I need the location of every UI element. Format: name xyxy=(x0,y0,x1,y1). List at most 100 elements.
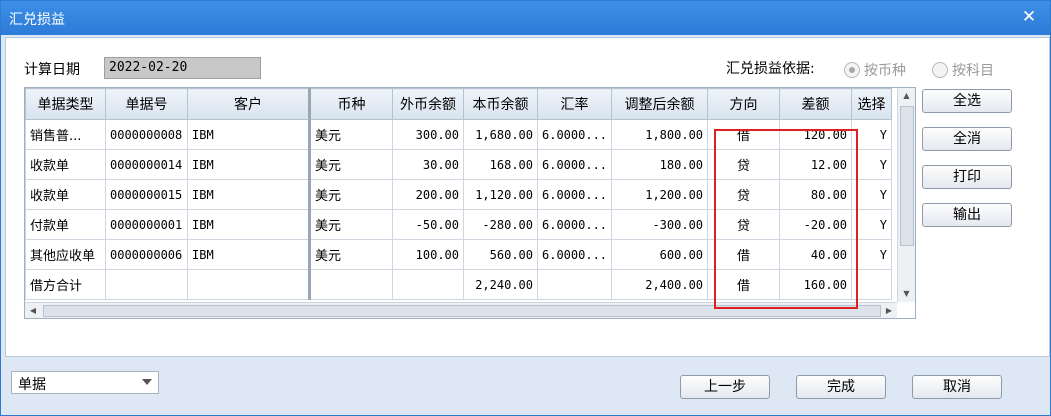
table-cell: 80.00 xyxy=(779,179,853,210)
table-cell: 300.00 xyxy=(392,119,464,150)
table-cell: Y xyxy=(851,119,893,150)
table-cell: 其他应收单 xyxy=(25,239,106,270)
table-cell: 100.00 xyxy=(392,239,464,270)
table-row[interactable]: 收款单 0000000015 IBM 美元 200.00 1,120.00 6.0000..… xyxy=(25,179,893,210)
table-cell: 0000000014 xyxy=(105,149,188,180)
table-cell: IBM xyxy=(187,149,311,180)
table-cell xyxy=(536,269,613,300)
chevron-down-icon xyxy=(142,379,152,385)
scroll-thumb[interactable] xyxy=(900,106,914,246)
radio-by-currency-label: 按币种 xyxy=(864,63,906,79)
finish-button[interactable]: 完成 xyxy=(796,375,886,399)
table-cell: 40.00 xyxy=(779,239,853,270)
table-cell: Y xyxy=(851,149,893,180)
table-row[interactable]: 销售普... 0000000008 IBM 美元 300.00 1,680.00 6.000… xyxy=(25,119,893,150)
table-cell: 贷 xyxy=(707,209,781,240)
total-row[interactable]: 借方合计 2,240.00 2,400.00 借 160.00 xyxy=(25,269,893,300)
print-button[interactable]: 打印 xyxy=(922,165,1012,189)
table-cell: 美元 xyxy=(309,119,393,150)
table-cell xyxy=(187,269,311,300)
clear-all-button[interactable]: 全消 xyxy=(922,127,1012,151)
table-cell: 收款单 xyxy=(25,149,106,180)
view-select-value: 单据 xyxy=(18,377,46,393)
table-cell: 30.00 xyxy=(392,149,464,180)
vertical-scrollbar[interactable]: ▲ ▼ xyxy=(897,88,915,302)
col-header[interactable]: 方向 xyxy=(707,88,781,120)
table-cell: 1,800.00 xyxy=(611,119,709,150)
table-cell: 168.00 xyxy=(463,149,538,180)
table-cell: 1,200.00 xyxy=(611,179,709,210)
col-header[interactable]: 汇率 xyxy=(536,88,613,120)
window-title: 汇兑损益 xyxy=(9,12,65,28)
horizontal-scrollbar[interactable]: ◀ ▶ xyxy=(25,302,897,318)
calc-date-field[interactable]: 2022-02-20 xyxy=(104,57,261,79)
radio-by-subject-label: 按科目 xyxy=(952,63,994,79)
table-header-row: 单据类型 单据号 客户 币种 外币余额 本币余额 汇率 调整后余额 方向 差额 … xyxy=(25,88,893,120)
col-header[interactable]: 差额 xyxy=(779,88,853,120)
col-header[interactable]: 调整后余额 xyxy=(611,88,709,120)
table-cell: 180.00 xyxy=(611,149,709,180)
table-cell xyxy=(309,269,393,300)
table-cell: 美元 xyxy=(309,149,393,180)
table-cell: 0000000006 xyxy=(105,239,188,270)
radio-by-currency[interactable]: 按币种 xyxy=(844,60,906,80)
table-cell: Y xyxy=(851,209,893,240)
table-cell: 6.0000... xyxy=(536,209,613,240)
table-cell: 美元 xyxy=(309,239,393,270)
table-cell: 0000000015 xyxy=(105,179,188,210)
table-cell: 6.0000... xyxy=(536,149,613,180)
table-cell: 借 xyxy=(707,239,781,270)
col-header[interactable]: 本币余额 xyxy=(463,88,538,120)
scroll-down-icon[interactable]: ▼ xyxy=(898,286,915,302)
table-row[interactable]: 付款单 0000000001 IBM 美元 -50.00 -280.00 6.0000...… xyxy=(25,209,893,240)
table-cell: 贷 xyxy=(707,149,781,180)
col-header[interactable]: 选择 xyxy=(851,88,893,120)
content-panel: 计算日期 2022-02-20 汇兑损益依据: 按币种 按科目 单据类型 单据号… xyxy=(5,37,1050,357)
table-cell: 120.00 xyxy=(779,119,853,150)
table-cell: 借 xyxy=(707,269,781,300)
table-cell: 1,120.00 xyxy=(463,179,538,210)
col-header[interactable]: 外币余额 xyxy=(392,88,464,120)
table-cell xyxy=(851,269,893,300)
table-cell: 6.0000... xyxy=(536,179,613,210)
dialog-window: 汇兑损益 ✕ 计算日期 2022-02-20 汇兑损益依据: 按币种 按科目 单… xyxy=(0,0,1051,416)
view-select[interactable]: 单据 xyxy=(11,371,159,394)
table-cell: -280.00 xyxy=(463,209,538,240)
cancel-button[interactable]: 取消 xyxy=(912,375,1002,399)
table-cell: 贷 xyxy=(707,179,781,210)
col-header[interactable]: 客户 xyxy=(187,88,311,120)
scroll-up-icon[interactable]: ▲ xyxy=(898,88,915,104)
table-row[interactable]: 收款单 0000000014 IBM 美元 30.00 168.00 6.0000... 18… xyxy=(25,149,893,180)
table-cell: 借方合计 xyxy=(25,269,106,300)
scroll-left-icon[interactable]: ◀ xyxy=(25,303,41,318)
table-cell xyxy=(392,269,464,300)
radio-by-subject[interactable]: 按科目 xyxy=(932,60,994,80)
table-row[interactable]: 其他应收单 0000000006 IBM 美元 100.00 560.00 6.0000..… xyxy=(25,239,893,270)
table-cell: 0000000001 xyxy=(105,209,188,240)
table-cell: 12.00 xyxy=(779,149,853,180)
table-cell: 美元 xyxy=(309,209,393,240)
scroll-right-icon[interactable]: ▶ xyxy=(881,303,897,318)
table-cell: 160.00 xyxy=(779,269,853,300)
select-all-button[interactable]: 全选 xyxy=(922,89,1012,113)
col-header[interactable]: 单据类型 xyxy=(25,88,106,120)
export-button[interactable]: 输出 xyxy=(922,203,1012,227)
table-cell: 200.00 xyxy=(392,179,464,210)
table-cell: 0000000008 xyxy=(105,119,188,150)
table-cell: IBM xyxy=(187,119,311,150)
table-cell: Y xyxy=(851,239,893,270)
radio-dot-icon xyxy=(932,62,948,78)
col-header[interactable]: 币种 xyxy=(309,88,393,120)
table-cell: 收款单 xyxy=(25,179,106,210)
scroll-thumb[interactable] xyxy=(43,305,881,317)
table-cell: IBM xyxy=(187,209,311,240)
title-bar: 汇兑损益 ✕ xyxy=(1,1,1050,35)
table-cell: -50.00 xyxy=(392,209,464,240)
col-header[interactable]: 单据号 xyxy=(105,88,188,120)
table-cell: 借 xyxy=(707,119,781,150)
table-cell: 美元 xyxy=(309,179,393,210)
prev-step-button[interactable]: 上一步 xyxy=(680,375,770,399)
table-cell: 2,400.00 xyxy=(611,269,709,300)
radio-dot-icon xyxy=(844,62,860,78)
close-icon[interactable]: ✕ xyxy=(1018,6,1040,28)
